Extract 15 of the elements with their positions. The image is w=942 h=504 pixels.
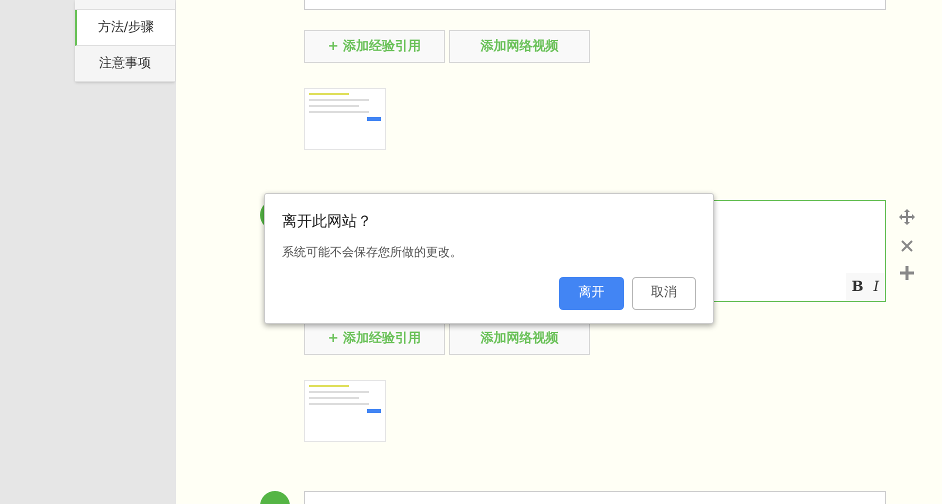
dialog-title: 离开此网站？ [282, 211, 373, 232]
screenshot-thumbnail[interactable] [304, 380, 386, 442]
dialog-message: 系统可能不会保存您所做的更改。 [282, 244, 463, 260]
sidebar-tab[interactable]: 注意事项 [75, 46, 175, 82]
leave-button[interactable]: 离开 [559, 276, 624, 310]
sidebar-tab[interactable] [75, 0, 175, 10]
sidebar-tab[interactable]: 方法/步骤 [75, 10, 175, 46]
cancel-button[interactable]: 取消 [632, 276, 696, 310]
move-icon[interactable] [898, 208, 916, 226]
screenshot-thumbnail[interactable] [304, 88, 386, 150]
text-area[interactable] [304, 0, 886, 10]
bold-button[interactable]: B [852, 276, 864, 298]
italic-button[interactable]: I [873, 276, 879, 298]
close-icon[interactable] [901, 240, 913, 252]
plus-icon[interactable] [900, 266, 914, 280]
